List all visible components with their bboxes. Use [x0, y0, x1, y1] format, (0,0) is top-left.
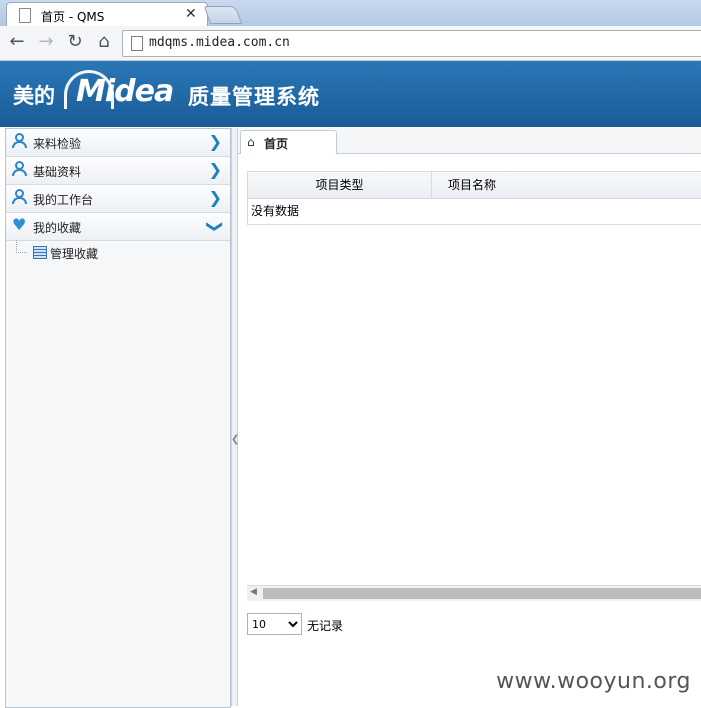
column-header[interactable]: 项目名称: [448, 172, 496, 198]
sidebar-subitem-label: 管理收藏: [50, 247, 99, 261]
close-icon[interactable]: ✕: [185, 6, 197, 22]
tab-home[interactable]: ⌂ 首页: [240, 130, 337, 154]
grid-icon: [33, 246, 47, 259]
reload-icon[interactable]: ↻: [64, 31, 86, 53]
sidebar-item-workbench[interactable]: 我的工作台 ❯: [6, 185, 230, 213]
chevron-right-icon[interactable]: ❯: [209, 132, 222, 151]
brand-logo: Midea: [76, 74, 174, 109]
user-icon: [12, 161, 28, 177]
sidebar-item-label: 我的收藏: [33, 221, 82, 235]
browser-toolbar: ← → ↻ ⌂ mdqms.midea.com.cn: [0, 26, 701, 61]
heart-icon: ♥: [12, 215, 27, 234]
sidebar: 来料检验 ❯ 基础资料 ❯ 我的工作台 ❯ ♥ 我的收藏 ❯ 管理收藏: [5, 128, 231, 708]
back-icon[interactable]: ←: [6, 31, 28, 53]
column-header[interactable]: 项目类型: [248, 172, 432, 198]
grid-header: 项目类型 项目名称: [248, 172, 701, 199]
browser-tab[interactable]: 首页 - QMS ✕: [6, 2, 208, 27]
app-header: 美的 Midea 质量管理系统: [0, 61, 701, 127]
sidebar-item-label: 我的工作台: [33, 193, 94, 207]
url-text[interactable]: mdqms.midea.com.cn: [149, 35, 290, 50]
sidebar-item-basic-data[interactable]: 基础资料 ❯: [6, 157, 230, 185]
panel-splitter[interactable]: ❮: [231, 128, 239, 706]
user-icon: [12, 133, 28, 149]
home-icon: ⌂: [247, 135, 255, 149]
sidebar-item-incoming-inspection[interactable]: 来料检验 ❯: [6, 129, 230, 157]
sidebar-subitem-manage-favorites[interactable]: 管理收藏: [6, 240, 230, 264]
sidebar-item-label: 来料检验: [33, 137, 82, 151]
chevron-down-icon[interactable]: ❯: [206, 220, 225, 233]
scroll-left-icon[interactable]: ◀: [250, 587, 257, 597]
new-tab-button[interactable]: [203, 6, 243, 24]
content-tabbar: ⌂ 首页: [238, 128, 701, 154]
scroll-thumb[interactable]: [263, 588, 701, 599]
record-count-text: 无记录: [307, 619, 344, 633]
address-bar[interactable]: mdqms.midea.com.cn: [122, 30, 701, 57]
grid-empty-message: 没有数据: [251, 204, 300, 218]
home-icon[interactable]: ⌂: [93, 31, 115, 53]
watermark: www.wooyun.org: [496, 669, 691, 694]
sidebar-item-label: 基础资料: [33, 165, 82, 179]
page-icon: [19, 8, 31, 23]
chevron-right-icon[interactable]: ❯: [209, 188, 222, 207]
tab-home-label: 首页: [264, 137, 289, 151]
horizontal-scrollbar[interactable]: ◀: [247, 585, 701, 601]
user-icon: [12, 189, 28, 205]
tree-line: [16, 240, 27, 253]
favorites-grid: 项目类型 项目名称 没有数据: [247, 171, 701, 225]
browser-tab-title: 首页 - QMS: [41, 10, 105, 24]
page-size-select[interactable]: 10: [247, 613, 302, 635]
system-title: 质量管理系统: [188, 85, 320, 109]
brand-cn: 美的: [13, 84, 55, 108]
chevron-right-icon[interactable]: ❯: [209, 160, 222, 179]
forward-icon[interactable]: →: [35, 31, 57, 53]
page-icon: [131, 36, 143, 51]
sidebar-item-favorites[interactable]: ♥ 我的收藏 ❯: [6, 213, 230, 241]
browser-tabstrip: 首页 - QMS ✕: [0, 0, 701, 27]
main-content: ⌂ 首页 项目类型 项目名称 没有数据 ◀ 10 无记录: [238, 128, 701, 706]
